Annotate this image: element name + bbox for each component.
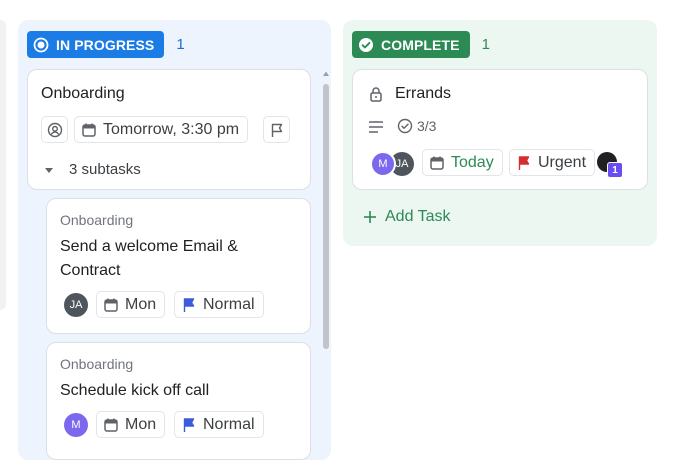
check-circle-outline-icon [397,118,413,134]
in-progress-status-icon [33,37,49,53]
task-card-onboarding[interactable]: Onboarding Tomorrow, 3:30 pm 3 subtasks [27,69,311,190]
adjacent-column-edge [0,20,6,310]
column-header: COMPLETE 1 [352,31,490,58]
assign-user-icon [47,122,62,137]
column-scrollbar[interactable] [322,70,330,460]
task-card-errands[interactable]: Errands 3/3 M JA Today Urgent 1 [352,69,648,190]
subtasks-count: 3 subtasks [69,161,141,178]
flag-icon [518,155,530,170]
priority-chip[interactable]: Normal [174,411,264,438]
subtask-title: Schedule kick off call [60,382,210,399]
checklist-progress[interactable]: 3/3 [397,118,436,134]
status-label: COMPLETE [381,36,460,53]
description-lines-icon [369,121,383,133]
priority-text: Normal [203,415,255,433]
due-date-chip[interactable]: Tomorrow, 3:30 pm [74,116,249,143]
status-pill-in-progress[interactable]: IN PROGRESS [27,31,165,58]
watchers[interactable]: 1 [597,152,623,178]
watcher-count-badge: 1 [607,162,623,178]
calendar-icon [430,156,444,170]
scrollbar-thumb[interactable] [323,84,329,349]
task-title: Onboarding [41,85,125,102]
status-label: IN PROGRESS [56,36,155,53]
task-count: 1 [481,36,490,53]
lock-icon [370,87,382,102]
scroll-up-arrow-icon [323,71,329,76]
avatar[interactable]: M [370,151,396,177]
subtasks-toggle[interactable]: 3 subtasks [44,161,141,178]
calendar-icon [104,418,118,432]
priority-button[interactable] [263,116,290,143]
avatar[interactable]: JA [64,293,88,317]
plus-icon [364,211,376,223]
add-task-label: Add Task [385,208,451,225]
due-date-text: Mon [125,415,157,433]
parent-breadcrumb: Onboarding [60,356,134,372]
avatar[interactable]: M [64,413,88,437]
due-date-chip[interactable]: Today [422,149,503,176]
subtask-card[interactable]: Onboarding Send a welcome Email & Contra… [46,198,311,334]
priority-chip[interactable]: Urgent [509,149,596,176]
status-pill-complete[interactable]: COMPLETE [352,31,470,58]
due-date-text: Tomorrow, 3:30 pm [103,120,240,138]
flag-icon [183,297,195,312]
parent-breadcrumb: Onboarding [60,212,134,228]
checklist-count: 3/3 [417,118,437,134]
priority-text: Urgent [538,153,587,171]
assignee-button[interactable] [41,116,68,143]
flag-icon [183,417,195,432]
due-date-text: Today [451,153,494,171]
subtask-title-line1: Send a welcome Email & [60,238,238,255]
task-count: 1 [176,36,185,53]
priority-text: Normal [203,295,255,313]
check-circle-icon [358,37,374,53]
caret-down-icon [45,167,53,173]
priority-chip[interactable]: Normal [174,291,264,318]
column-header: IN PROGRESS 1 [27,31,185,58]
due-date-text: Mon [125,295,157,313]
add-task-button[interactable]: Add Task [363,208,451,226]
subtask-card[interactable]: Onboarding Schedule kick off call M Mon … [46,342,311,460]
calendar-icon [104,298,118,312]
subtask-title-line2: Contract [60,262,121,279]
due-date-chip[interactable]: Mon [96,411,166,438]
due-date-chip[interactable]: Mon [96,291,166,318]
task-title: Errands [395,85,452,102]
flag-outline-icon [271,123,282,137]
calendar-icon [82,123,96,137]
